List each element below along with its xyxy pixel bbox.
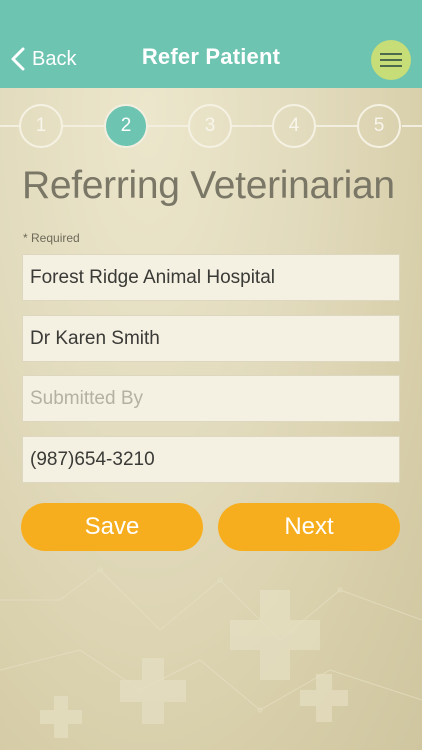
clinic-name-field[interactable] <box>22 254 400 301</box>
menu-button[interactable] <box>371 40 411 80</box>
section-title: Referring Veterinarian <box>22 164 395 207</box>
step-3[interactable]: 3 <box>188 104 232 148</box>
phone-field[interactable] <box>22 436 400 483</box>
step-number: 2 <box>120 115 132 136</box>
step-1[interactable]: 1 <box>19 104 63 148</box>
step-connector <box>148 125 189 127</box>
step-connector <box>232 125 273 127</box>
step-number: 4 <box>288 115 300 136</box>
step-4[interactable]: 4 <box>272 104 316 148</box>
step-5[interactable]: 5 <box>357 104 401 148</box>
next-button[interactable]: Next <box>218 503 400 551</box>
step-2[interactable]: 2 <box>104 104 148 148</box>
step-number: 1 <box>35 115 47 136</box>
step-connector <box>0 125 20 127</box>
step-number: 5 <box>373 115 385 136</box>
submitted-by-field[interactable] <box>22 375 400 422</box>
hamburger-menu-icon <box>380 53 402 67</box>
required-note: * Required <box>23 231 80 245</box>
page-title: Refer Patient <box>141 44 281 69</box>
step-connector <box>316 125 358 127</box>
step-connector <box>63 125 105 127</box>
app-screen: Back Refer Patient 1 2 3 4 5 Referring V… <box>0 0 422 750</box>
step-indicator: 1 2 3 4 5 <box>0 104 422 150</box>
background-pattern <box>0 567 422 738</box>
step-number: 3 <box>204 115 216 136</box>
save-button[interactable]: Save <box>21 503 203 551</box>
nav-header: Back Refer Patient <box>0 0 422 88</box>
step-connector <box>402 125 422 127</box>
veterinarian-name-field[interactable] <box>22 315 400 362</box>
